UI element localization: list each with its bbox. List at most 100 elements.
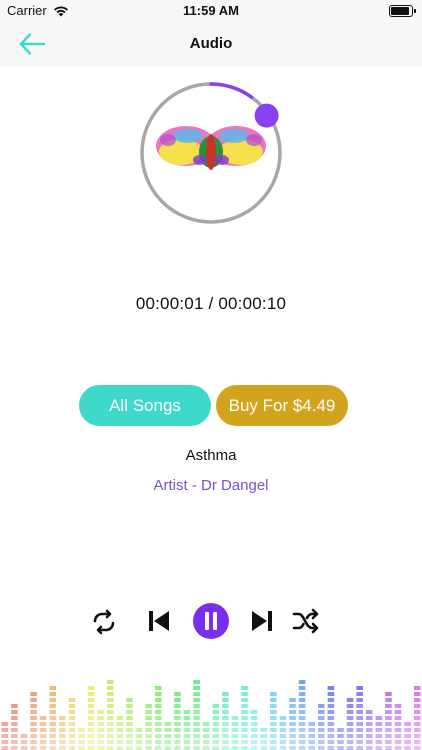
equalizer-bar-segment [164, 722, 172, 726]
equalizer-bar-segment [298, 746, 306, 750]
equalizer-bar-segment [222, 692, 229, 696]
equalizer-bar-segment [365, 722, 373, 726]
equalizer-bar-segment [154, 686, 162, 690]
equalizer-bar-segment [318, 710, 325, 714]
equalizer-bar-segment [413, 698, 421, 702]
equalizer-bar-segment [145, 740, 152, 744]
equalizer-bar-segment [126, 716, 133, 720]
equalizer-bar-segment [308, 734, 315, 738]
equalizer-bar-segment [279, 716, 287, 720]
equalizer-bar-segment [1, 734, 9, 738]
equalizer-bar-segment [289, 716, 296, 720]
equalizer-bar-segment [356, 734, 363, 738]
equalizer-bar-segment [11, 716, 18, 720]
equalizer-bar-segment [298, 734, 306, 738]
equalizer-bar-segment [231, 746, 239, 750]
equalizer-bar-segment [87, 686, 95, 690]
equalizer-bar-segment [49, 704, 57, 708]
equalizer-bar-segment [145, 734, 152, 738]
equalizer-bar-segment [174, 692, 181, 696]
battery-icon [389, 5, 416, 17]
equalizer-bar-segment [356, 716, 363, 720]
equalizer-bar-segment [279, 734, 287, 738]
equalizer-bar-segment [394, 722, 402, 726]
equalizer-bar-segment [59, 746, 66, 750]
equalizer-bar-segment [298, 728, 306, 732]
equalizer-bar-segment [365, 740, 373, 744]
equalizer-bar-segment [107, 746, 114, 750]
shuffle-icon[interactable] [292, 608, 320, 634]
equalizer-bar-segment [107, 728, 114, 732]
equalizer-bar-segment [279, 746, 287, 750]
equalizer-bar-segment [270, 728, 277, 732]
artist-label[interactable]: Artist - Dr Dangel [0, 477, 422, 494]
equalizer-bar-segment [394, 704, 402, 708]
equalizer-bar-segment [126, 722, 133, 726]
equalizer-bar-segment [385, 716, 392, 720]
progress-knob[interactable] [254, 103, 279, 128]
equalizer-bar-segment [30, 698, 37, 702]
equalizer-bar-segment [87, 698, 95, 702]
equalizer-bar-segment [116, 746, 124, 750]
next-icon[interactable] [250, 609, 274, 633]
equalizer-bar-segment [356, 692, 363, 696]
equalizer-bar-segment [298, 698, 306, 702]
equalizer-bar-segment [270, 692, 277, 696]
previous-icon[interactable] [147, 609, 171, 633]
equalizer-bar-segment [87, 716, 95, 720]
equalizer-bar-segment [135, 746, 143, 750]
equalizer-bar-segment [68, 710, 76, 714]
repeat-icon[interactable] [90, 609, 118, 635]
equalizer-bar-segment [193, 686, 200, 690]
equalizer-bar-segment [30, 734, 37, 738]
equalizer-bar-segment [174, 716, 181, 720]
equalizer-bar-segment [202, 746, 210, 750]
equalizer-bar-segment [49, 716, 57, 720]
equalizer-bar-segment [346, 722, 354, 726]
equalizer-bar-segment [375, 740, 383, 744]
equalizer-bar-segment [270, 746, 277, 750]
equalizer-bar-segment [289, 746, 296, 750]
equalizer-bar-segment [241, 740, 248, 744]
equalizer-bar-segment [356, 746, 363, 750]
equalizer-bar-segment [327, 710, 335, 714]
buy-button[interactable]: Buy For $4.49 [216, 385, 348, 426]
equalizer-bar-segment [107, 710, 114, 714]
equalizer-bar-segment [107, 698, 114, 702]
equalizer-bar-segment [202, 740, 210, 744]
equalizer-bar-segment [126, 734, 133, 738]
equalizer-bar-segment [59, 716, 66, 720]
equalizer-bar-segment [20, 746, 28, 750]
progress-ring [140, 82, 282, 224]
equalizer-bar-segment [183, 722, 191, 726]
equalizer-bar-segment [183, 728, 191, 732]
equalizer-bar-segment [97, 716, 104, 720]
equalizer-bar-segment [327, 686, 335, 690]
equalizer-bar-segment [212, 734, 220, 738]
pause-button[interactable] [192, 602, 230, 640]
equalizer-bar-segment [346, 704, 354, 708]
equalizer-bar-segment [404, 734, 411, 738]
equalizer-bar-segment [1, 728, 9, 732]
equalizer-bar-segment [346, 728, 354, 732]
equalizer-bar-segment [413, 728, 421, 732]
equalizer-bar-segment [356, 710, 363, 714]
equalizer-bar-segment [212, 740, 220, 744]
equalizer-bar-segment [30, 722, 37, 726]
equalizer-bar-segment [289, 704, 296, 708]
equalizer-bar-segment [202, 728, 210, 732]
equalizer-bar-segment [174, 734, 181, 738]
equalizer-bar-segment [222, 704, 229, 708]
equalizer-bar-segment [270, 716, 277, 720]
equalizer-bar-segment [298, 710, 306, 714]
equalizer-bar-segment [39, 722, 47, 726]
equalizer-bar-segment [97, 740, 104, 744]
equalizer-bar-segment [413, 704, 421, 708]
equalizer-bar-segment [241, 722, 248, 726]
equalizer-bar-segment [385, 746, 392, 750]
equalizer-bar-segment [174, 698, 181, 702]
equalizer-bar-segment [231, 716, 239, 720]
all-songs-button[interactable]: All Songs [79, 385, 211, 426]
equalizer-bar-segment [87, 722, 95, 726]
equalizer-bar-segment [135, 740, 143, 744]
